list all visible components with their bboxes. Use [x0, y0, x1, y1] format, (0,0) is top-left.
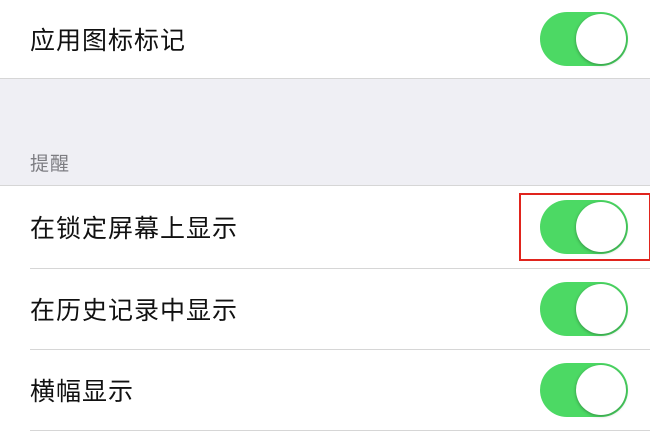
toggle-knob	[576, 14, 626, 64]
highlight-box	[519, 193, 650, 261]
settings-row-show-in-history[interactable]: 在历史记录中显示	[0, 269, 650, 349]
section-spacer	[0, 79, 650, 185]
divider	[30, 430, 650, 431]
banner-display-toggle[interactable]	[540, 363, 628, 417]
toggle-knob	[576, 365, 626, 415]
row-label: 应用图标标记	[30, 26, 187, 55]
section-header-alerts: 提醒	[30, 153, 71, 175]
app-icon-badge-toggle[interactable]	[540, 12, 628, 66]
show-in-history-toggle[interactable]	[540, 282, 628, 336]
toggle-knob	[576, 284, 626, 334]
settings-row-app-icon-badge[interactable]: 应用图标标记	[0, 0, 650, 78]
row-label: 横幅显示	[30, 377, 135, 406]
row-label: 在锁定屏幕上显示	[30, 214, 239, 243]
row-label: 在历史记录中显示	[30, 296, 239, 325]
settings-row-banner-display[interactable]: 横幅显示	[0, 350, 650, 430]
notification-settings-screen: 应用图标标记 提醒 在锁定屏幕上显示 在历史记录中显示 横幅显示	[0, 0, 650, 433]
